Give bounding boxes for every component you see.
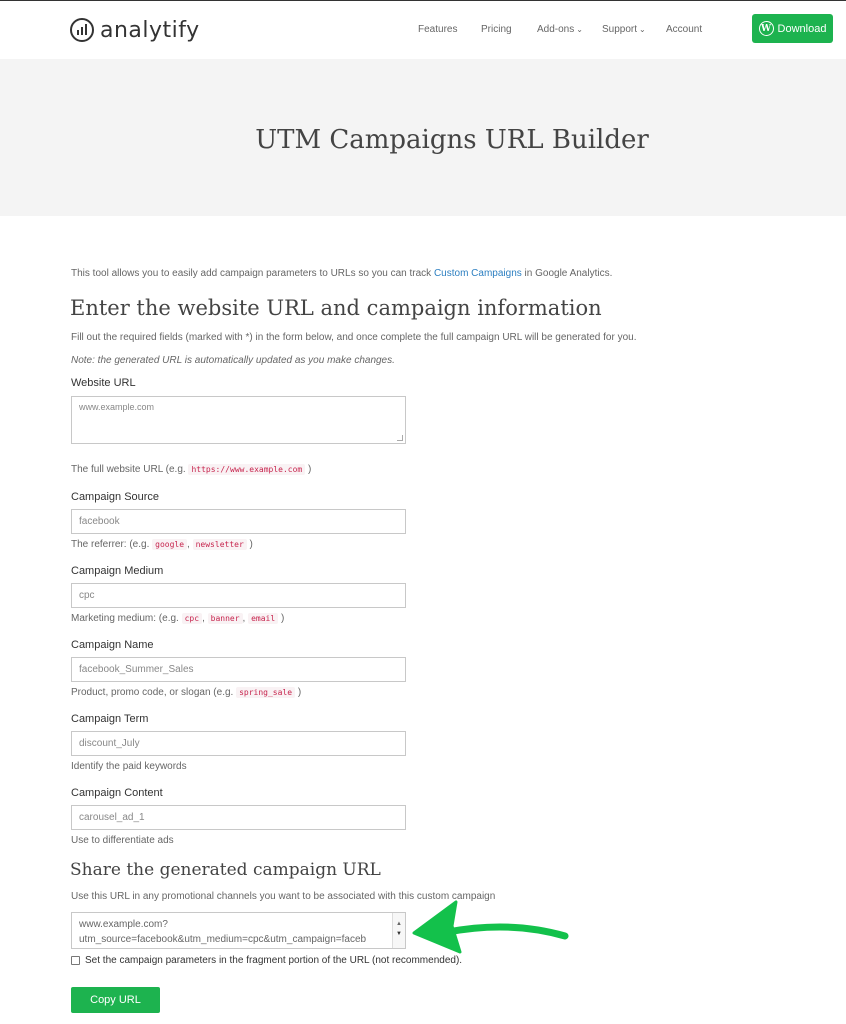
analytics-logo-icon — [70, 18, 94, 42]
custom-campaigns-link[interactable]: Custom Campaigns — [434, 268, 522, 279]
nav-support[interactable]: Support ⌄ — [602, 24, 646, 35]
nav-addons-label: Add-ons — [537, 24, 575, 35]
separator: , — [242, 613, 246, 624]
intro-text: This tool allows you to easily add campa… — [71, 268, 612, 279]
wordpress-icon: W — [758, 21, 774, 36]
campaign-term-input[interactable]: discount_July — [71, 731, 406, 756]
fragment-checkbox[interactable] — [71, 956, 80, 965]
website-url-placeholder: www.example.com — [79, 402, 155, 412]
campaign-source-input[interactable]: facebook — [71, 509, 406, 534]
fragment-option[interactable]: Set the campaign parameters in the fragm… — [71, 955, 462, 966]
chevron-down-icon: ⌄ — [576, 25, 583, 34]
campaign-medium-help: Marketing medium: (e.g. cpc, banner, ema… — [71, 613, 284, 624]
nav-account[interactable]: Account — [666, 24, 702, 35]
download-button[interactable]: W Download — [752, 14, 833, 43]
campaign-term-label: Campaign Term — [71, 713, 149, 725]
intro-before: This tool allows you to easily add campa… — [71, 268, 434, 279]
campaign-source-label: Campaign Source — [71, 491, 160, 503]
help-text: The referrer: (e.g. — [71, 539, 153, 550]
separator: , — [202, 613, 205, 624]
website-url-label: Website URL — [71, 377, 136, 389]
campaign-name-help: Product, promo code, or slogan (e.g. spr… — [71, 687, 301, 698]
generated-url-textarea[interactable]: www.example.com? utm_source=facebook&utm… — [71, 912, 406, 949]
page-title: UTM Campaigns URL Builder — [255, 125, 649, 155]
form-heading: Enter the website URL and campaign infor… — [70, 296, 602, 320]
campaign-source-help: The referrer: (e.g. google, newsletter ) — [71, 539, 253, 550]
generated-url-line-2: utm_source=facebook&utm_medium=cpc&utm_c… — [79, 934, 367, 945]
scrollbar[interactable]: ▲ ▼ — [392, 913, 405, 948]
help-text: The full website URL (e.g. — [71, 464, 189, 475]
logo-text: analytify — [100, 17, 200, 43]
campaign-medium-input[interactable]: cpc — [71, 583, 406, 608]
scroll-down-icon[interactable]: ▼ — [396, 927, 402, 942]
help-text: Marketing medium: (e.g. — [71, 613, 182, 624]
website-url-help: The full website URL (e.g. https://www.e… — [71, 464, 311, 475]
page-banner: UTM Campaigns URL Builder — [0, 59, 846, 216]
help-text: ) — [278, 613, 285, 624]
code-example: google — [152, 539, 188, 550]
generated-url-line-1: www.example.com? — [79, 919, 168, 930]
resize-handle-icon[interactable] — [397, 435, 403, 441]
help-text: ) — [295, 687, 302, 698]
code-example: https://www.example.com — [188, 464, 306, 475]
share-heading: Share the generated campaign URL — [70, 860, 381, 880]
code-example: cpc — [181, 613, 203, 624]
help-text: ) — [246, 539, 253, 550]
copy-url-button[interactable]: Copy URL — [71, 987, 160, 1013]
campaign-medium-label: Campaign Medium — [71, 565, 164, 577]
intro-after: in Google Analytics. — [521, 268, 613, 279]
form-note: Note: the generated URL is automatically… — [71, 355, 395, 366]
code-example: spring_sale — [236, 687, 296, 698]
code-example: newsletter — [192, 539, 247, 550]
campaign-content-input[interactable]: carousel_ad_1 — [71, 805, 406, 830]
campaign-content-label: Campaign Content — [71, 787, 163, 799]
campaign-content-help: Use to differentiate ads — [71, 835, 174, 846]
fragment-label: Set the campaign parameters in the fragm… — [85, 955, 463, 966]
campaign-name-input[interactable]: facebook_Summer_Sales — [71, 657, 406, 682]
annotation-arrow — [412, 900, 569, 954]
help-text: ) — [305, 464, 312, 475]
nav-addons[interactable]: Add-ons ⌄ — [537, 24, 583, 35]
logo[interactable]: analytify — [70, 15, 200, 45]
nav-support-label: Support — [602, 24, 638, 35]
campaign-name-label: Campaign Name — [71, 639, 154, 651]
form-description: Fill out the required fields (marked wit… — [71, 332, 637, 343]
code-example: email — [248, 613, 279, 624]
campaign-term-help: Identify the paid keywords — [71, 761, 187, 772]
download-label: Download — [777, 22, 827, 35]
nav-pricing[interactable]: Pricing — [481, 24, 512, 35]
code-example: banner — [207, 613, 243, 624]
website-url-input[interactable]: www.example.com — [71, 396, 406, 444]
chevron-down-icon: ⌄ — [639, 25, 646, 34]
site-header: analytify Features Pricing Add-ons ⌄ Supp… — [0, 1, 846, 59]
separator: , — [187, 539, 190, 550]
nav-features[interactable]: Features — [418, 24, 457, 35]
help-text: Product, promo code, or slogan (e.g. — [71, 687, 237, 698]
